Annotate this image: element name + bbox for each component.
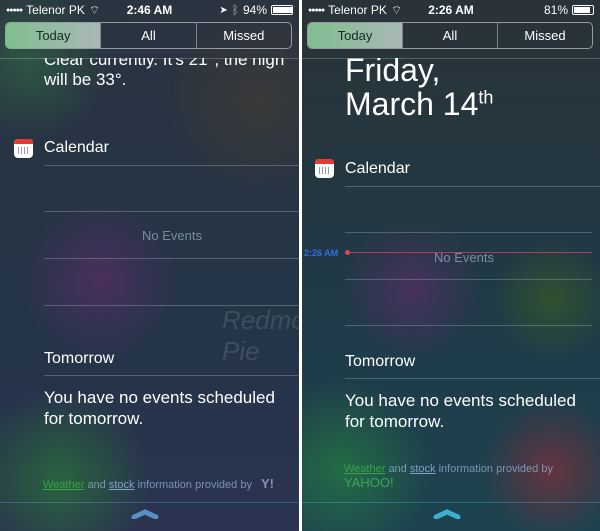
attribution-and: and: [388, 463, 407, 475]
weather-link[interactable]: Weather: [344, 463, 385, 475]
tab-missed[interactable]: Missed: [195, 23, 291, 48]
no-events-label: No Events: [142, 228, 202, 243]
battery-icon: [271, 5, 293, 15]
attribution-text: information provided by: [438, 463, 553, 475]
yahoo-logo: YAHOO!: [344, 475, 394, 490]
status-bar: ●●●●● Telenor PK ⌔ 2:26 AM 81%: [302, 0, 600, 20]
clock: 2:26 AM: [428, 3, 474, 17]
tomorrow-title: Tomorrow: [345, 353, 416, 370]
current-time-label: 2:26 AM: [304, 248, 339, 258]
weather-link[interactable]: Weather: [43, 479, 84, 491]
tomorrow-text-line2: for tomorrow.: [345, 412, 445, 431]
tab-missed[interactable]: Missed: [497, 23, 592, 48]
hour-line: [345, 232, 592, 233]
hour-line: [345, 325, 592, 326]
right-notification-center: ●●●●● Telenor PK ⌔ 2:26 AM 81% Today All…: [302, 0, 600, 531]
chevron-up-icon[interactable]: [131, 509, 159, 519]
calendar-icon: [315, 159, 334, 178]
left-notification-center: ●●●●● Telenor PK ⌔ 2:46 AM ➤ ᛒ 94% Today…: [0, 0, 299, 531]
tab-today[interactable]: Today: [308, 23, 402, 48]
date-suffix: th: [478, 87, 494, 108]
tab-all[interactable]: All: [100, 23, 195, 48]
tab-control: Today All Missed: [5, 22, 292, 49]
tomorrow-text-line1: You have no events scheduled: [345, 391, 576, 410]
date-month-day: March 14th: [345, 86, 493, 123]
divider: [44, 375, 299, 376]
stock-link[interactable]: stock: [410, 463, 436, 475]
hour-line: [44, 258, 299, 259]
divider: [345, 186, 600, 187]
tomorrow-title: Tomorrow: [44, 350, 115, 367]
tab-today[interactable]: Today: [6, 23, 101, 48]
tomorrow-text-line2: for tomorrow.: [44, 409, 144, 428]
stock-link[interactable]: stock: [109, 479, 135, 491]
hour-line: [345, 279, 592, 280]
divider: [0, 502, 299, 503]
divider: [44, 165, 299, 166]
divider: [302, 502, 600, 503]
chevron-up-icon[interactable]: [433, 509, 461, 519]
calendar-icon: [14, 139, 33, 158]
bluetooth-icon: ᛒ: [231, 3, 239, 17]
divider: [345, 378, 600, 379]
yahoo-logo: Y!: [261, 476, 275, 491]
attribution: Weather and stock information provided b…: [43, 476, 274, 491]
attribution: Weather and stock information provided b…: [344, 463, 553, 475]
tomorrow-text-line1: You have no events scheduled: [44, 388, 275, 407]
date-text: March 14: [345, 86, 479, 122]
status-bar: ●●●●● Telenor PK ⌔ 2:46 AM ➤ ᛒ 94%: [0, 0, 299, 20]
hour-line: [44, 211, 299, 212]
calendar-title[interactable]: Calendar: [345, 160, 410, 178]
calendar-title[interactable]: Calendar: [44, 139, 109, 157]
no-events-label: No Events: [434, 250, 494, 265]
attribution-text: information provided by: [137, 479, 252, 491]
weather-summary-line2: will be 33°.: [44, 70, 127, 89]
weather-summary-line1: Clear currently. It's 21°, the high: [44, 50, 285, 69]
tab-all[interactable]: All: [402, 23, 497, 48]
battery-icon: [572, 5, 594, 15]
watermark: Redmond Pie: [222, 305, 299, 366]
tab-control: Today All Missed: [307, 22, 593, 49]
clock: 2:46 AM: [126, 3, 173, 17]
attribution-and: and: [87, 479, 106, 491]
